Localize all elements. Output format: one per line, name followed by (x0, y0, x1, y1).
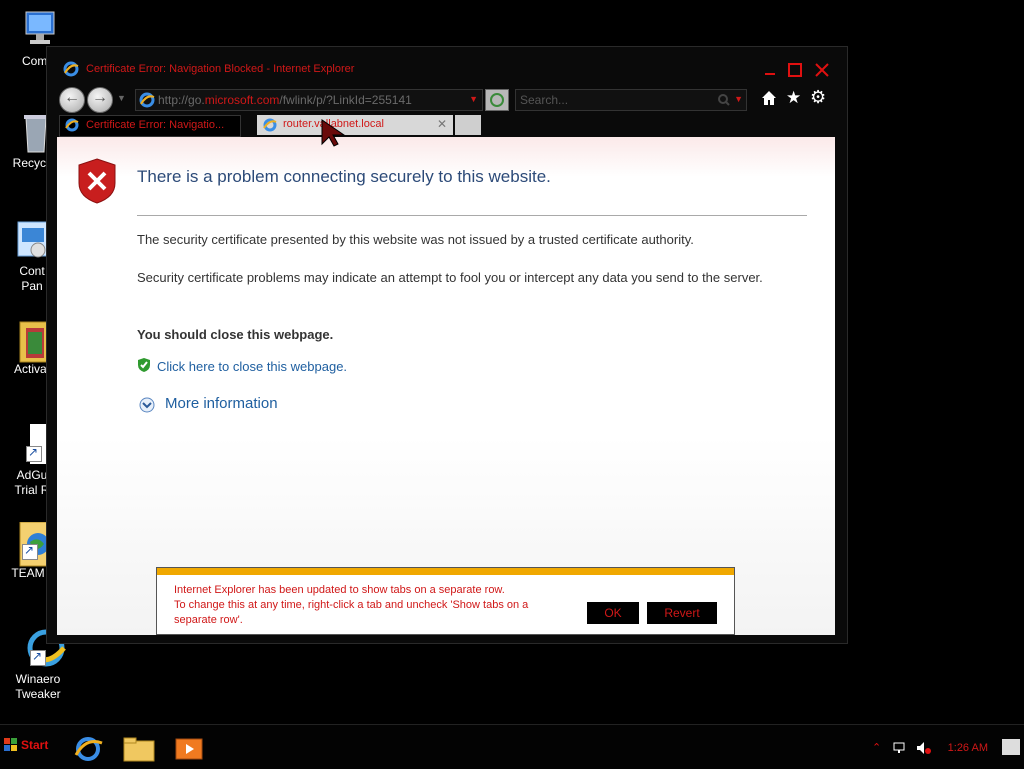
warning-text: Security certificate problems may indica… (137, 270, 763, 285)
maximize-icon (788, 63, 802, 77)
shortcut-arrow-icon (30, 649, 46, 666)
notification-accent-bar (157, 568, 734, 575)
address-text: http://go.microsoft.com/fwlink/p/?LinkId… (158, 93, 412, 107)
divider (137, 215, 807, 216)
search-box[interactable]: Search... ▼ (515, 89, 747, 111)
windows-logo-icon (4, 738, 18, 755)
tab-certificate-error[interactable]: Certificate Error: Navigatio... (59, 115, 241, 137)
window-title: Certificate Error: Navigation Blocked - … (86, 63, 355, 75)
notification-message: Internet Explorer has been updated to sh… (174, 584, 529, 626)
tab-label: Certificate Error: Navigatio... (86, 119, 225, 131)
ie-logo-icon (263, 118, 277, 135)
page-title: There is a problem connecting securely t… (137, 167, 551, 186)
folder-icon (14, 318, 50, 363)
search-input[interactable]: Search... (520, 93, 568, 107)
forward-arrow-icon: → (92, 89, 108, 106)
forward-button[interactable]: → (87, 87, 113, 113)
new-tab-button[interactable] (455, 115, 481, 135)
taskbar-media-player-button[interactable] (172, 735, 208, 763)
computer-icon (20, 10, 56, 50)
shortcut-arrow-icon (26, 445, 42, 462)
address-bar[interactable]: http://go.microsoft.com/fwlink/p/?LinkId… (135, 89, 483, 111)
shortcut-arrow-icon (22, 543, 38, 560)
taskbar-explorer-button[interactable] (122, 735, 158, 763)
folder-icon (123, 737, 155, 762)
internet-explorer-window[interactable]: Certificate Error: Navigation Blocked - … (46, 46, 848, 644)
minimize-icon (765, 73, 775, 75)
page-content: There is a problem connecting securely t… (57, 137, 835, 635)
expand-chevron-icon[interactable] (139, 397, 155, 418)
green-shield-icon (137, 357, 151, 378)
page-icon (139, 92, 155, 113)
back-button[interactable]: ← (59, 87, 85, 113)
document-icon (14, 424, 54, 464)
taskbar: Start ⌃ 1:26 AM (0, 724, 1024, 769)
tab-close-icon[interactable]: ✕ (437, 117, 447, 131)
address-dropdown-icon[interactable]: ▼ (469, 94, 478, 104)
taskbar-ie-button[interactable] (70, 735, 106, 763)
start-label: Start (21, 738, 49, 752)
ok-button[interactable]: OK (587, 602, 639, 624)
volume-muted-icon[interactable] (916, 741, 931, 755)
ie-logo-icon (74, 737, 103, 761)
control-panel-icon (14, 220, 50, 260)
more-information-link[interactable]: More information (165, 395, 278, 412)
revert-button[interactable]: Revert (647, 602, 717, 624)
media-player-icon (175, 738, 203, 760)
navigation-bar: ← → ▼ http://go.microsoft.com/fwlink/p/?… (57, 87, 837, 113)
system-clock[interactable]: 1:26 AM (948, 742, 988, 754)
title-bar[interactable]: Certificate Error: Navigation Blocked - … (47, 59, 847, 83)
globe-icon (10, 521, 51, 567)
favorites-star-icon[interactable]: ★ (786, 89, 801, 106)
minimize-button[interactable] (759, 59, 781, 81)
desktop-icon-label: Winaero Tweaker (15, 672, 61, 701)
tabs-update-notification: Internet Explorer has been updated to sh… (156, 567, 735, 635)
mouse-cursor-icon (320, 118, 348, 153)
tab-row: Certificate Error: Navigatio... router.v… (59, 115, 559, 137)
history-dropdown-icon[interactable]: ▼ (117, 93, 126, 103)
search-icon[interactable] (718, 93, 730, 111)
show-hidden-icons-icon[interactable]: ⌃ (872, 741, 886, 755)
ie-logo-icon (65, 118, 79, 135)
shield-error-icon (77, 157, 117, 205)
start-button[interactable]: Start (2, 737, 50, 759)
recommendation-text: You should close this webpage. (137, 327, 334, 342)
compatibility-view-button[interactable] (485, 89, 509, 111)
back-arrow-icon: ← (64, 89, 80, 106)
ie-logo-icon (63, 61, 79, 77)
close-icon (815, 63, 829, 77)
refresh-icon (490, 93, 504, 107)
close-button[interactable] (811, 59, 833, 81)
search-dropdown-icon[interactable]: ▼ (734, 94, 743, 104)
home-icon[interactable] (761, 90, 777, 111)
gear-icon[interactable]: ⚙ (810, 88, 826, 106)
tab-router[interactable]: router.vallabnet.local ✕ (257, 115, 453, 135)
show-desktop-button[interactable] (1002, 739, 1020, 755)
close-webpage-link[interactable]: Click here to close this webpage. (157, 359, 347, 374)
maximize-button[interactable] (784, 59, 806, 81)
error-description: The security certificate presented by th… (137, 232, 694, 247)
network-icon[interactable] (892, 741, 906, 755)
